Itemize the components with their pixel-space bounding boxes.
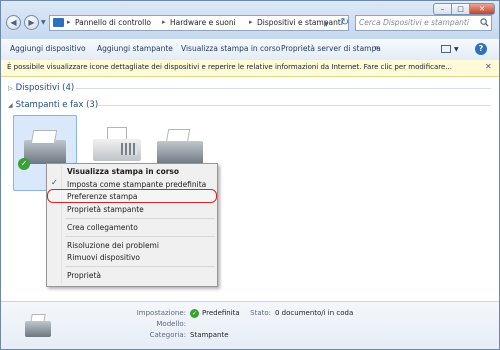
- default-check-icon: ✓: [190, 309, 199, 318]
- menu-item-troubleshoot[interactable]: Risoluzione dei problemi: [67, 241, 159, 250]
- menu-item-create-shortcut[interactable]: Crea collegamento: [67, 223, 138, 232]
- selected-printer-icon: [23, 312, 53, 342]
- forward-button[interactable]: ▶: [24, 15, 39, 30]
- maximize-button[interactable]: □: [451, 3, 470, 15]
- category-label: Categoria:: [149, 331, 186, 339]
- fax-keypad-icon: [121, 143, 137, 155]
- context-menu: Visualizza stampa in corso ✓ Imposta com…: [46, 163, 218, 287]
- printer-paper-icon: [30, 130, 58, 144]
- see-print-queue-button[interactable]: Visualizza stampa in corso: [181, 44, 280, 53]
- printer-item[interactable]: [151, 129, 207, 167]
- default-printer-check-icon: ✓: [18, 158, 30, 170]
- breadcrumb-control-panel[interactable]: Pannello di controllo: [75, 18, 151, 27]
- menu-item-properties[interactable]: Proprietà: [67, 271, 101, 280]
- menu-item-printer-properties[interactable]: Proprietà stampante: [67, 205, 144, 214]
- devices-group-label: Dispositivi (4): [15, 83, 75, 93]
- menu-item-set-default[interactable]: Imposta come stampante predefinita: [67, 180, 206, 189]
- expand-arrow-icon: ▷: [8, 85, 13, 92]
- group-divider: [98, 105, 491, 106]
- fax-item[interactable]: [89, 127, 145, 167]
- model-label: Modello:: [156, 320, 186, 328]
- view-options-dropdown[interactable]: ▼: [454, 46, 459, 53]
- info-bar[interactable]: È possibile visualizzare icone dettaglia…: [1, 60, 499, 77]
- add-printer-button[interactable]: Aggiungi stampante: [97, 44, 173, 53]
- menu-item-printing-preferences[interactable]: Preferenze stampa: [67, 192, 138, 201]
- printers-group-label: Stampanti e fax (3): [15, 100, 99, 110]
- category-value: Stampante: [190, 331, 229, 339]
- breadcrumb-separator-icon: ▸: [162, 18, 166, 26]
- breadcrumb-separator-icon: ▸: [249, 18, 253, 26]
- menu-item-remove-device[interactable]: Rimuovi dispositivo: [67, 253, 140, 262]
- search-placeholder: Cerca Dispositivi e stampanti: [359, 18, 469, 27]
- address-dropdown[interactable]: ▼: [324, 21, 329, 28]
- status-label: Stato:: [250, 309, 271, 317]
- minimize-button[interactable]: –: [433, 3, 452, 15]
- details-pane: Impostazione: ✓ Predefinita Modello: Cat…: [1, 301, 499, 349]
- setting-label: Impostazione:: [136, 309, 186, 317]
- close-info-bar-icon[interactable]: ✕: [485, 62, 492, 71]
- status-value: 0 documento/i in coda: [275, 309, 354, 317]
- printers-group-header[interactable]: ◢ Stampanti e fax (3): [8, 100, 98, 110]
- menu-gutter: [61, 166, 62, 284]
- add-device-button[interactable]: Aggiungi dispositivo: [10, 44, 86, 53]
- more-commands-button[interactable]: »: [374, 43, 379, 52]
- breadcrumb-separator-icon: ▸: [67, 18, 71, 26]
- breadcrumb-devices-printers[interactable]: Dispositivi e stampanti: [257, 18, 343, 27]
- menu-separator: [65, 218, 215, 219]
- devices-group-header[interactable]: ▷ Dispositivi (4): [8, 83, 74, 93]
- printer-icon: [157, 141, 203, 165]
- breadcrumb-hardware-sound[interactable]: Hardware e suoni: [170, 18, 236, 27]
- devices-and-printers-window: – □ ✕ ◀ ▶ ▼ ▸ Pannello di controllo ▸ Ha…: [0, 0, 500, 350]
- checkmark-icon: ✓: [51, 178, 58, 187]
- back-button[interactable]: ◀: [6, 15, 21, 30]
- menu-item-see-print-queue[interactable]: Visualizza stampa in corso: [67, 167, 179, 176]
- recent-pages-dropdown[interactable]: ▼: [41, 19, 46, 26]
- group-divider: [76, 88, 491, 89]
- address-bar[interactable]: ▸ Pannello di controllo ▸ Hardware e suo…: [49, 15, 349, 31]
- change-view-icon[interactable]: [441, 45, 451, 53]
- print-server-properties-button[interactable]: Proprietà server di stampa: [281, 44, 381, 53]
- title-bar: – □ ✕ ◀ ▶ ▼ ▸ Pannello di controllo ▸ Ha…: [1, 1, 499, 39]
- collapse-arrow-icon: ◢: [8, 102, 13, 109]
- search-icon[interactable]: [480, 18, 489, 27]
- control-panel-icon: [53, 18, 64, 27]
- info-bar-text: È possibile visualizzare icone dettaglia…: [7, 63, 453, 71]
- menu-separator: [65, 236, 215, 237]
- search-input[interactable]: Cerca Dispositivi e stampanti: [355, 15, 492, 31]
- help-icon[interactable]: ?: [475, 43, 487, 55]
- refresh-icon[interactable]: ↻: [338, 16, 352, 30]
- close-button[interactable]: ✕: [469, 3, 495, 15]
- command-bar: Aggiungi dispositivo Aggiungi stampante …: [1, 39, 499, 61]
- menu-separator: [65, 266, 215, 267]
